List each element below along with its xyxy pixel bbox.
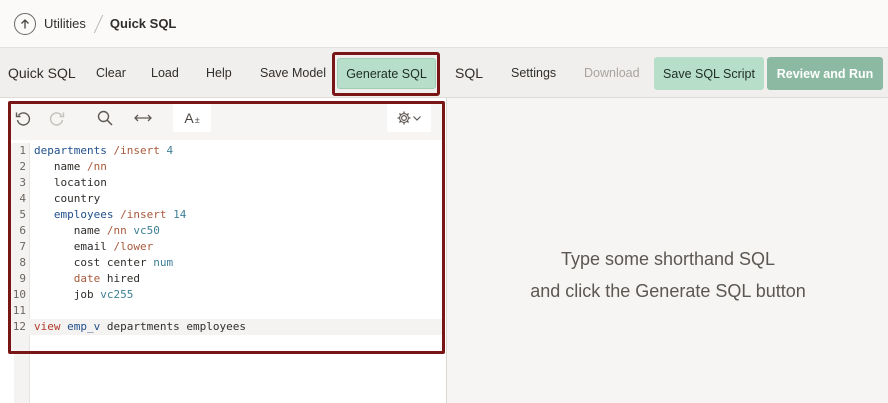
help-button[interactable]: Help xyxy=(206,48,232,98)
sql-tab[interactable]: SQL xyxy=(455,48,483,98)
output-placeholder: Type some shorthand SQL and click the Ge… xyxy=(448,243,888,307)
breadcrumb-separator xyxy=(93,14,104,33)
output-panel: Type some shorthand SQL and click the Ge… xyxy=(448,98,888,403)
placeholder-line-2: and click the Generate SQL button xyxy=(530,281,806,301)
editor-gutter-extension xyxy=(14,352,30,403)
breadcrumb: Utilities Quick SQL xyxy=(0,0,888,48)
save-sql-script-button[interactable]: Save SQL Script xyxy=(654,57,764,90)
download-button[interactable]: Download xyxy=(584,48,640,98)
clear-button[interactable]: Clear xyxy=(96,48,126,98)
generate-sql-button[interactable]: Generate SQL xyxy=(337,58,436,89)
arrow-up-circle-icon[interactable] xyxy=(14,12,36,35)
save-model-button[interactable]: Save Model xyxy=(260,48,326,98)
breadcrumb-current: Quick SQL xyxy=(109,16,177,31)
editor-highlight-frame xyxy=(8,101,445,354)
breadcrumb-parent[interactable]: Utilities xyxy=(44,16,86,31)
load-button[interactable]: Load xyxy=(151,48,179,98)
app-title: Quick SQL xyxy=(8,65,76,81)
toolbar: Quick SQL Clear Load Help Save Model Gen… xyxy=(0,48,888,98)
review-and-run-button[interactable]: Review and Run xyxy=(767,57,883,90)
placeholder-line-1: Type some shorthand SQL xyxy=(560,249,776,269)
settings-button[interactable]: Settings xyxy=(511,48,556,98)
